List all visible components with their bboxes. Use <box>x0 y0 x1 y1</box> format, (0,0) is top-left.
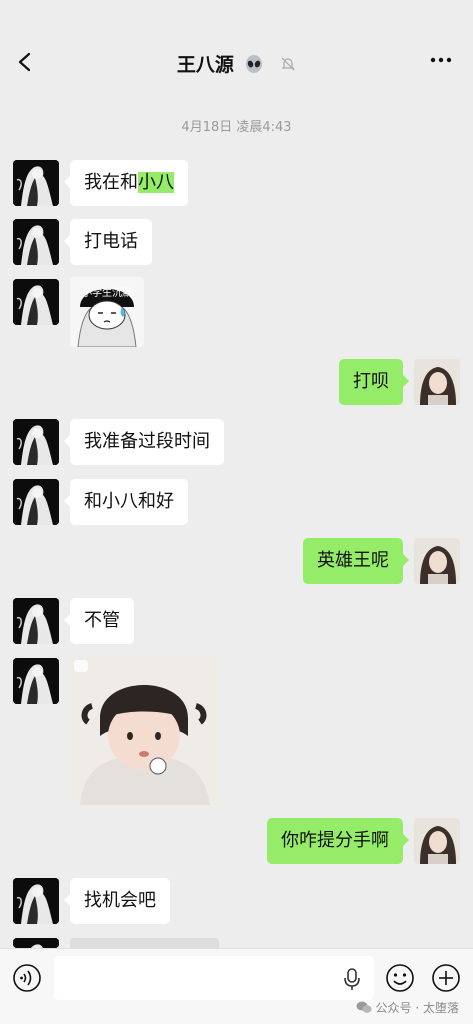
wechat-official-icon <box>356 1001 372 1013</box>
more-dots-icon[interactable] <box>429 52 453 68</box>
input-bar: 公众号 · 太堕落 <box>0 948 473 1024</box>
contact-name: 王八源 <box>176 54 234 76</box>
avatar[interactable] <box>13 419 59 465</box>
alien-icon <box>245 54 262 73</box>
avatar[interactable] <box>13 598 59 644</box>
avatar[interactable] <box>13 479 59 525</box>
watermark: 公众号 · 太堕落 <box>356 999 459 1016</box>
message-text: 不管 <box>84 610 120 631</box>
message-text: 我准备过段时间 <box>84 431 210 452</box>
message-text: 找机会吧 <box>84 890 156 911</box>
plus-icon[interactable] <box>431 963 461 993</box>
avatar[interactable] <box>13 219 59 265</box>
avatar-self[interactable] <box>414 818 460 864</box>
mic-icon[interactable] <box>342 967 362 991</box>
sticker-caption: 小学生沉默 <box>82 288 132 299</box>
avatar-self[interactable] <box>414 538 460 584</box>
message-bubble-received[interactable]: 和小八和好 <box>64 479 188 525</box>
chat-header: 王八源 <box>0 0 473 110</box>
avatar[interactable] <box>13 658 59 704</box>
emoji-icon[interactable] <box>385 963 415 993</box>
message-bubble-sent[interactable]: 你咋提分手啊 <box>267 818 409 864</box>
sticker-message-partial <box>70 938 219 948</box>
message-bubble-received[interactable]: 打电话 <box>64 219 152 265</box>
message-text: 我在和 <box>84 172 138 193</box>
sticker-message[interactable] <box>70 656 219 805</box>
voice-icon[interactable] <box>12 963 42 993</box>
sticker-message[interactable]: 小学生沉默 <box>70 277 144 347</box>
message-text: 你咋提分手啊 <box>281 830 389 851</box>
message-bubble-sent[interactable]: 英雄王呢 <box>303 538 409 584</box>
message-bubble-received[interactable]: 我在和小八 <box>64 160 188 206</box>
message-timestamp: 4月18日 凌晨4:43 <box>181 120 292 135</box>
message-text: 打呗 <box>353 371 389 392</box>
avatar[interactable] <box>13 160 59 206</box>
sticker-image <box>70 656 219 805</box>
chat-title: 王八源 <box>0 50 473 77</box>
avatar <box>13 938 59 948</box>
message-bubble-received[interactable]: 我准备过段时间 <box>64 419 224 465</box>
highlighted-text: 小八 <box>138 172 174 193</box>
avatar[interactable] <box>13 878 59 924</box>
message-text: 英雄王呢 <box>317 550 389 571</box>
message-input[interactable] <box>54 956 374 1000</box>
message-bubble-received[interactable]: 不管 <box>64 598 134 644</box>
avatar-self[interactable] <box>414 359 460 405</box>
watermark-text: 公众号 · 太堕落 <box>375 1001 459 1015</box>
message-bubble-received[interactable]: 找机会吧 <box>64 878 170 924</box>
message-text: 和小八和好 <box>84 491 174 512</box>
message-text: 打电话 <box>84 231 138 252</box>
bell-slash-icon <box>281 57 295 70</box>
avatar[interactable] <box>13 279 59 325</box>
message-bubble-sent[interactable]: 打呗 <box>339 359 409 405</box>
